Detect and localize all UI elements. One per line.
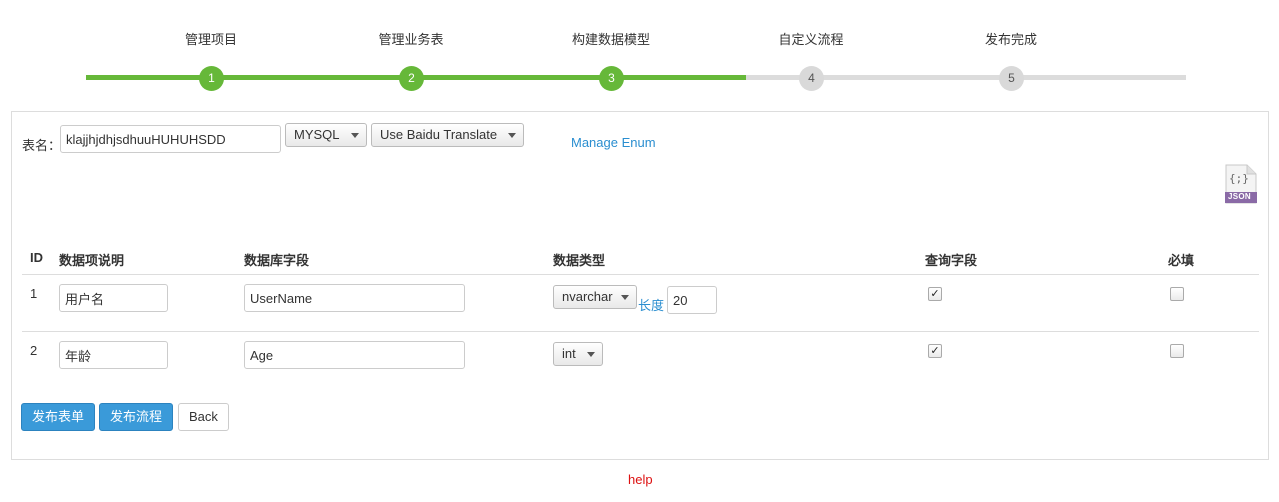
step-label-2: 管理业务表 bbox=[378, 32, 444, 47]
db-type-value: MYSQL bbox=[294, 127, 340, 142]
table-divider bbox=[22, 331, 1259, 332]
col-header-field: 数据库字段 bbox=[244, 253, 310, 268]
wizard-steps: 管理项目 管理业务表 构建数据模型 自定义流程 发布完成 1 2 3 4 5 bbox=[0, 0, 1279, 100]
step-label-4: 自定义流程 bbox=[778, 32, 844, 47]
length-label: 长度 bbox=[638, 298, 665, 313]
required-checkbox[interactable] bbox=[1170, 344, 1184, 358]
desc-input[interactable] bbox=[59, 284, 168, 312]
length-input[interactable] bbox=[667, 286, 717, 314]
table-divider bbox=[22, 274, 1259, 275]
chevron-down-icon bbox=[587, 352, 595, 357]
manage-enum-link[interactable]: Manage Enum bbox=[571, 135, 656, 150]
step-marker-4[interactable]: 4 bbox=[799, 66, 824, 91]
step-marker-2[interactable]: 2 bbox=[399, 66, 424, 91]
field-input[interactable] bbox=[244, 284, 465, 312]
back-button[interactable]: Back bbox=[178, 403, 229, 431]
chevron-down-icon bbox=[508, 133, 516, 138]
row-id: 1 bbox=[30, 286, 38, 301]
publish-flow-button[interactable]: 发布流程 bbox=[99, 403, 174, 431]
step-label-3: 构建数据模型 bbox=[571, 32, 650, 47]
required-checkbox[interactable] bbox=[1170, 287, 1184, 301]
json-file-icon[interactable]: {;} JSON bbox=[1225, 164, 1257, 204]
step-label-5: 发布完成 bbox=[984, 32, 1037, 47]
db-type-select[interactable]: MYSQL bbox=[285, 123, 367, 147]
model-panel: 表名： MYSQL Use Baidu Translate Manage Enu… bbox=[11, 111, 1269, 460]
step-marker-1[interactable]: 1 bbox=[199, 66, 224, 91]
step-label-1: 管理项目 bbox=[184, 32, 237, 47]
query-checkbox[interactable]: ✓ bbox=[928, 287, 942, 301]
desc-input[interactable] bbox=[59, 341, 168, 369]
publish-form-button[interactable]: 发布表单 bbox=[21, 403, 96, 431]
step-marker-5[interactable]: 5 bbox=[999, 66, 1024, 91]
json-icon-glyph: {;} bbox=[1229, 172, 1249, 185]
col-header-required: 必填 bbox=[1168, 253, 1195, 268]
chevron-down-icon bbox=[351, 133, 359, 138]
step-marker-3[interactable]: 3 bbox=[599, 66, 624, 91]
query-checkbox[interactable]: ✓ bbox=[928, 344, 942, 358]
type-value: int bbox=[562, 346, 576, 361]
col-header-query: 查询字段 bbox=[925, 253, 978, 268]
chevron-down-icon bbox=[621, 295, 629, 300]
type-select[interactable]: int bbox=[553, 342, 603, 366]
help-link[interactable]: help bbox=[628, 472, 653, 487]
field-input[interactable] bbox=[244, 341, 465, 369]
table-name-label: 表名： bbox=[22, 138, 62, 153]
type-select[interactable]: nvarchar bbox=[553, 285, 637, 309]
row-id: 2 bbox=[30, 343, 38, 358]
table-name-input[interactable] bbox=[60, 125, 281, 153]
translate-value: Use Baidu Translate bbox=[380, 127, 498, 142]
type-value: nvarchar bbox=[562, 289, 613, 304]
col-header-id: ID bbox=[30, 250, 43, 265]
json-icon-text: JSON bbox=[1228, 192, 1251, 201]
col-header-type: 数据类型 bbox=[553, 253, 606, 268]
translate-select[interactable]: Use Baidu Translate bbox=[371, 123, 524, 147]
col-header-desc: 数据项说明 bbox=[59, 253, 125, 268]
